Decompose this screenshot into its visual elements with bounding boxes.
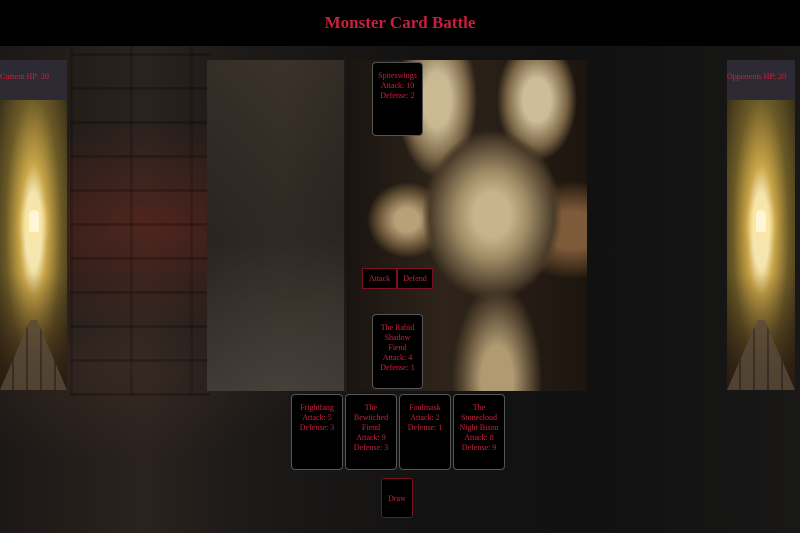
card-defense: Defense: 1 (380, 363, 415, 372)
player-portrait-image (0, 100, 67, 390)
card-defense: Defense: 3 (299, 423, 335, 432)
card-attack: Attack: 10 (380, 81, 415, 90)
top-bar: Monster Card Battle (0, 0, 800, 46)
opponent-panel: Opponents HP: 20 (727, 60, 795, 390)
hand-card[interactable]: The Bewitched Fiend Attack: 9 Defense: 3 (345, 394, 397, 470)
active-player-card[interactable]: The Rabid Shadow Fiend Attack: 4 Defense… (372, 314, 423, 389)
card-name: The Bewitched Fiend (353, 403, 389, 432)
page-title: Monster Card Battle (324, 13, 476, 32)
card-name: Frightfang (300, 403, 334, 412)
card-attack: Attack: 2 (410, 413, 440, 422)
card-attack: Attack: 4 (382, 353, 413, 362)
card-defense: Defense: 9 (461, 443, 497, 452)
card-defense: Defense: 3 (353, 443, 389, 452)
opponent-portrait-image (727, 100, 795, 390)
card-name: Spiteswings (378, 71, 417, 80)
card-name: Foulmask (409, 403, 441, 412)
hand-card[interactable]: Foulmask Attack: 2 Defense: 1 (399, 394, 451, 470)
action-buttons: Attack Defend (362, 268, 433, 289)
player-panel: Current HP: 20 (0, 60, 67, 390)
card-defense: Defense: 1 (407, 423, 443, 432)
card-attack: Attack: 8 (464, 433, 494, 442)
card-attack: Attack: 9 (356, 433, 386, 442)
board-corridor-image (207, 60, 347, 391)
draw-button[interactable]: Draw (381, 478, 413, 518)
opponent-card[interactable]: Spiteswings Attack: 10 Defense: 2 (372, 62, 423, 136)
attack-button[interactable]: Attack (362, 268, 397, 289)
board-divider (344, 60, 348, 391)
player-hp-label: Current HP: 20 (0, 72, 49, 81)
card-name: The Stonecloud Night Bison (459, 403, 499, 432)
background-bricks (70, 46, 210, 396)
opponent-hp-label: Opponents HP: 20 (727, 72, 787, 81)
card-attack: Attack: 5 (302, 413, 332, 422)
defend-button[interactable]: Defend (397, 268, 433, 289)
card-name: The Rabid Shadow Fiend (380, 323, 415, 352)
card-defense: Defense: 2 (380, 91, 415, 100)
hand-card[interactable]: Frightfang Attack: 5 Defense: 3 (291, 394, 343, 470)
hand-card[interactable]: The Stonecloud Night Bison Attack: 8 Def… (453, 394, 505, 470)
